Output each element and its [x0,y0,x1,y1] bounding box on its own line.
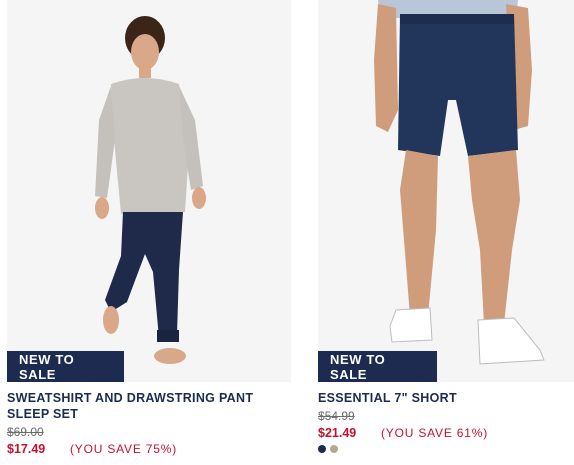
sale-price: $17.49 [7,442,46,456]
original-price: $54.99 [318,409,355,423]
product-card-sleep-set[interactable]: NEW TO SALE SWEATSHIRT AND DRAWSTRING PA… [7,0,291,456]
new-to-sale-badge: NEW TO SALE [318,351,437,382]
new-to-sale-badge: NEW TO SALE [7,351,124,382]
price-row: $17.49 (YOU SAVE 75%) [7,442,291,456]
product-card-essential-short[interactable]: NEW TO SALE ESSENTIAL 7" SHORT $54.99 $2… [318,0,574,453]
color-swatches [318,445,574,453]
you-save-label: (YOU SAVE 75%) [70,442,178,456]
color-swatch-khaki[interactable] [330,445,338,453]
product-image-essential-short[interactable]: NEW TO SALE [318,0,574,382]
product-image-sleep-set[interactable]: NEW TO SALE [7,0,291,382]
model-photo [7,0,291,382]
original-price: $69.00 [7,425,44,439]
model-photo [318,0,574,382]
product-title[interactable]: ESSENTIAL 7" SHORT [318,390,574,406]
color-swatch-navy[interactable] [318,445,326,453]
product-title[interactable]: SWEATSHIRT AND DRAWSTRING PANT SLEEP SET [7,390,291,422]
price-row: $21.49 (YOU SAVE 61%) [318,426,574,440]
you-save-label: (YOU SAVE 61%) [381,426,489,440]
sale-price: $21.49 [318,426,357,440]
